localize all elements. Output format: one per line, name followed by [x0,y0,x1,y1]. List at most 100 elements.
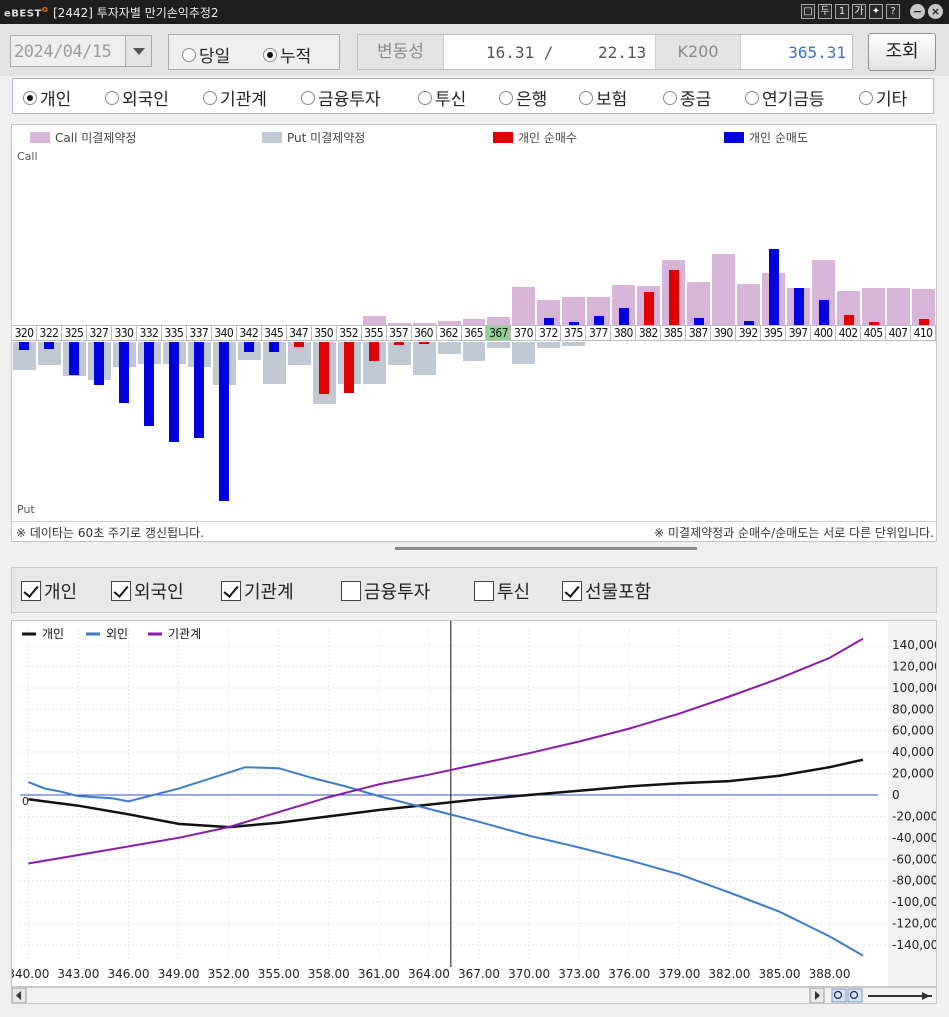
x-tick-label: 340.00 [12,967,49,981]
volatility-panel: 변동성 16.31 / 22.13 K200 365.31 [357,34,853,70]
y-axis-panel [888,621,936,986]
series-toggle[interactable]: 투신 [474,578,530,604]
radio-button[interactable] [301,90,315,105]
window-title: [2442] 투자자별 만기손익추정2 [53,6,219,20]
investor-option[interactable]: 투신 [418,85,466,110]
investor-option[interactable]: 종금 [663,85,711,110]
investor-option[interactable]: 기관계 [203,85,267,110]
horizontal-scrollbar[interactable] [11,987,937,1004]
radio-button[interactable] [418,90,432,105]
series-toggle[interactable]: 기관계 [221,578,294,604]
help-button[interactable]: ? [886,4,900,19]
checkbox[interactable] [221,581,241,601]
net-sell-bar [593,316,604,325]
splitter-handle[interactable] [395,547,697,550]
strike-label: 342 [237,326,262,340]
series-toggle[interactable]: 선물포함 [562,578,651,604]
chart-legend: Call 미결제약정 Put 미결제약정 개인 순매수 개인 순매도 [12,125,936,147]
investor-option[interactable]: 외국인 [105,85,169,110]
checkbox[interactable] [21,581,41,601]
series-toggle[interactable]: 금융투자 [341,578,430,604]
net-buy-bar [319,342,330,394]
window-control-button[interactable]: 1 [835,4,849,19]
investor-option[interactable]: 연기금등 [745,85,825,110]
y-tick-label: 20,000 [892,767,934,781]
call-oi-bar [562,297,586,325]
strike-label: 377 [586,326,612,340]
series-toggle[interactable]: 외국인 [111,578,184,604]
window-control-button[interactable]: □ [801,4,815,19]
k200-label: K200 [655,35,741,69]
minimize-icon[interactable]: − [910,4,925,19]
radio-button[interactable] [745,90,759,105]
strike-label: 395 [761,326,787,340]
x-tick-label: 343.00 [57,967,99,981]
investor-option[interactable]: 금융투자 [301,85,381,110]
strike-label: 330 [112,326,137,340]
call-oi-bar [487,317,511,325]
x-tick-label: 361.00 [358,967,400,981]
volatility-label: 변동성 [358,35,444,69]
legend-item: Put 미결제약정 [262,129,365,146]
close-icon[interactable]: × [928,4,943,19]
call-oi-bar [712,254,736,325]
radio-button[interactable] [23,90,37,105]
radio-button[interactable] [859,90,873,105]
investor-option[interactable]: 보험 [579,85,627,110]
query-button[interactable]: 조회 [868,33,936,71]
put-oi-bar [537,342,561,348]
window-control-button[interactable]: 두 [818,4,832,19]
period-option-today[interactable]: 당일 [182,42,230,67]
app-logo: eBESTo [4,5,49,20]
investor-option[interactable]: 개인 [23,85,71,110]
investor-option[interactable]: 기타 [859,85,907,110]
x-tick-label: 352.00 [208,967,250,981]
divider [12,521,936,522]
legend-label: 외인 [106,627,128,641]
strike-label: 322 [37,326,62,340]
x-tick-label: 382.00 [708,967,750,981]
net-sell-bar [19,342,30,350]
strike-label: 325 [62,326,87,340]
strike-label: 405 [861,326,887,340]
net-buy-bar [668,270,679,325]
y-tick-label: -140,000 [892,938,936,952]
series-toggle[interactable]: 개인 [21,578,77,604]
y-tick-label: -60,000 [892,852,936,866]
radio-button[interactable] [663,90,677,105]
strike-label: 402 [836,326,862,340]
x-tick-label: 376.00 [608,967,650,981]
dropdown-button[interactable] [125,36,151,66]
date-picker[interactable]: 2024/04/15 [10,35,152,67]
radio-button[interactable] [203,90,217,105]
strike-label: 327 [87,326,112,340]
window-control-button[interactable]: ✦ [869,4,883,19]
y-tick-label: 140,000 [892,638,936,652]
radio-button[interactable] [499,90,513,105]
radio-button[interactable] [579,90,593,105]
strike-label: 390 [711,326,737,340]
window-control-button[interactable]: 가 [852,4,866,19]
x-tick-label: 364.00 [408,967,450,981]
radio-button[interactable] [263,47,277,62]
investor-option[interactable]: 은행 [499,85,547,110]
series-line [28,758,864,829]
net-buy-bar [344,342,355,393]
radio-button[interactable] [182,47,196,62]
net-sell-bar [618,308,629,325]
call-oi-bar [887,288,911,325]
checkbox[interactable] [341,581,361,601]
app-window: eBESTo [2442] 투자자별 만기손익추정2 □ 두 1 가 ✦ ? −… [0,0,949,1017]
net-buy-bar [843,315,854,325]
net-sell-bar [693,318,704,325]
net-buy-bar [394,342,405,345]
strike-label: 345 [262,326,287,340]
put-oi-bar [562,342,586,346]
investor-radio-group: 개인 외국인 기관계 금융투자 투신 은행 보험 종금 연기금등 기타 [12,78,934,114]
radio-button[interactable] [105,90,119,105]
x-tick-label: 358.00 [308,967,350,981]
checkbox[interactable] [562,581,582,601]
checkbox[interactable] [111,581,131,601]
checkbox[interactable] [474,581,494,601]
period-option-cumulative[interactable]: 누적 [263,42,311,67]
